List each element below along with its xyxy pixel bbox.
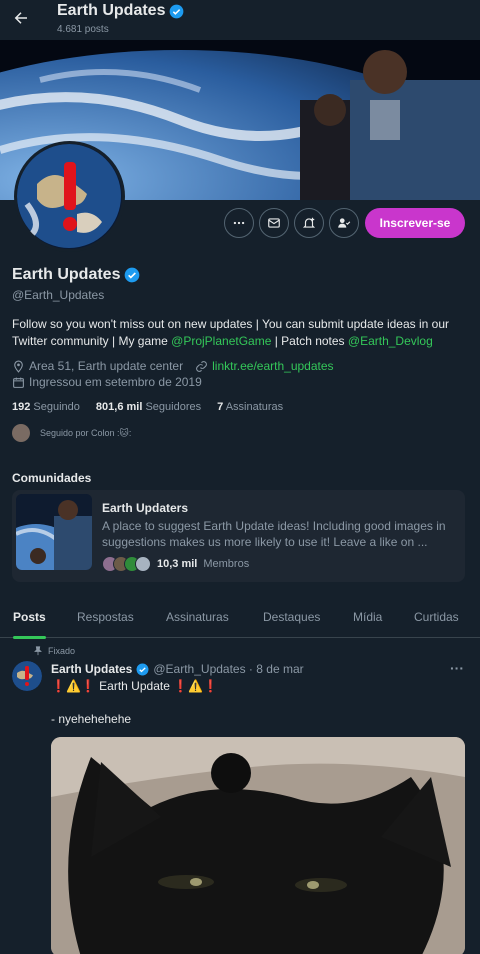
community-image — [16, 494, 92, 570]
profile-handle: @Earth_Updates — [12, 288, 105, 302]
pin-icon — [34, 646, 42, 656]
profile-bio: Follow so you won't miss out on new upda… — [12, 316, 472, 350]
joined-text: Ingressou em setembro de 2019 — [29, 375, 202, 389]
community-name: Earth Updaters — [102, 501, 189, 515]
verified-icon — [136, 663, 149, 675]
profile-meta-location: Area 51, Earth update center linktr.ee/e… — [12, 359, 334, 373]
verified-icon — [170, 4, 184, 18]
earth-alert-icon — [12, 661, 42, 691]
post-author-avatar[interactable] — [12, 661, 42, 691]
members-count: 10,3 mil — [157, 558, 198, 570]
community-description: A place to suggest Earth Update ideas! I… — [102, 519, 446, 549]
followed-by-text: Seguido por Colon :🐱: — [40, 427, 132, 438]
subscriptions-stat[interactable]: 7 Assinaturas — [217, 401, 283, 413]
post-author-name[interactable]: Earth Updates — [51, 662, 132, 676]
following-label: Seguindo — [33, 401, 80, 413]
post-handle-time[interactable]: @Earth_Updates · 8 de mar — [153, 662, 303, 676]
message-button[interactable] — [259, 208, 289, 238]
community-image-art — [16, 494, 92, 570]
followers-label: Seguidores — [145, 401, 202, 413]
profile-name-text: Earth Updates — [12, 266, 121, 283]
header-title: Earth Updates — [57, 2, 184, 20]
location-text: Area 51, Earth update center — [29, 359, 184, 373]
top-bar: Earth Updates 4.681 posts — [0, 0, 480, 40]
following-stat[interactable]: 192 Seguindo — [12, 401, 80, 413]
header-title-text: Earth Updates — [57, 2, 166, 19]
post-text-line2: - nyehehehehe — [51, 712, 132, 726]
pinned-indicator: Fixado — [33, 646, 75, 656]
follow-icon — [338, 218, 351, 228]
earth-alert-icon — [17, 144, 121, 248]
more-button[interactable] — [224, 208, 254, 238]
post-text-line1: ❗⚠️❗ Earth Update ❗⚠️❗ — [51, 679, 219, 693]
notification-icon — [302, 217, 316, 228]
following-count: 192 — [12, 401, 31, 413]
verified-icon — [125, 267, 140, 283]
communities-heading: Comunidades — [12, 471, 92, 485]
calendar-icon — [13, 377, 24, 388]
followers-count: 801,6 mil — [95, 401, 143, 413]
tab-replies[interactable]: Respostas — [77, 596, 134, 638]
profile-tabs: Posts Respostas Assinaturas Destaques Mí… — [0, 596, 480, 639]
link-icon — [196, 360, 207, 372]
devlog-link[interactable]: @Earth_Devlog — [348, 334, 433, 348]
tab-highlights[interactable]: Destaques — [263, 596, 320, 638]
followers-stat[interactable]: 801,6 mil Seguidores — [96, 401, 201, 413]
website-link[interactable]: linktr.ee/earth_updates — [212, 359, 333, 373]
subscribe-button[interactable]: Inscrever-se — [365, 208, 465, 238]
tab-subscriptions[interactable]: Assinaturas — [166, 596, 229, 638]
location-icon — [14, 360, 23, 373]
member-avatar — [135, 556, 151, 572]
member-facepile — [102, 556, 151, 572]
tab-media[interactable]: Mídia — [353, 596, 382, 638]
message-icon — [268, 218, 280, 228]
tab-posts[interactable]: Posts — [13, 596, 46, 639]
pinned-label: Fixado — [48, 646, 76, 656]
follower-avatar — [12, 424, 30, 442]
community-card[interactable]: Earth Updaters A place to suggest Earth … — [12, 490, 465, 582]
post-media-image[interactable] — [51, 737, 465, 954]
followed-by[interactable]: Seguido por Colon :🐱: — [12, 424, 131, 442]
bio-text-2: | Patch notes — [271, 334, 348, 348]
profile-stats: 192 Seguindo 801,6 mil Seguidores 7 Assi… — [12, 401, 283, 413]
cat-photo — [51, 737, 465, 954]
members-label: Membros — [203, 558, 250, 570]
notifications-button[interactable] — [294, 208, 324, 238]
following-button[interactable] — [329, 208, 359, 238]
profile-name: Earth Updates — [12, 266, 140, 284]
profile-avatar[interactable] — [14, 141, 125, 252]
tab-likes[interactable]: Curtidas — [414, 596, 459, 638]
community-members: 10,3 mil Membros — [102, 556, 249, 572]
more-icon — [233, 221, 245, 225]
subscriptions-label: Assinaturas — [225, 401, 284, 413]
game-link[interactable]: @ProjPlanetGame — [171, 334, 271, 348]
post-more-icon[interactable]: ··· — [450, 660, 464, 676]
back-arrow-icon[interactable] — [12, 9, 30, 27]
subscriptions-count: 7 — [217, 401, 224, 413]
posts-count: 4.681 posts — [57, 24, 109, 35]
profile-meta-joined: Ingressou em setembro de 2019 — [12, 375, 202, 389]
post-header: Earth Updates @Earth_Updates · 8 de mar — [51, 662, 304, 676]
